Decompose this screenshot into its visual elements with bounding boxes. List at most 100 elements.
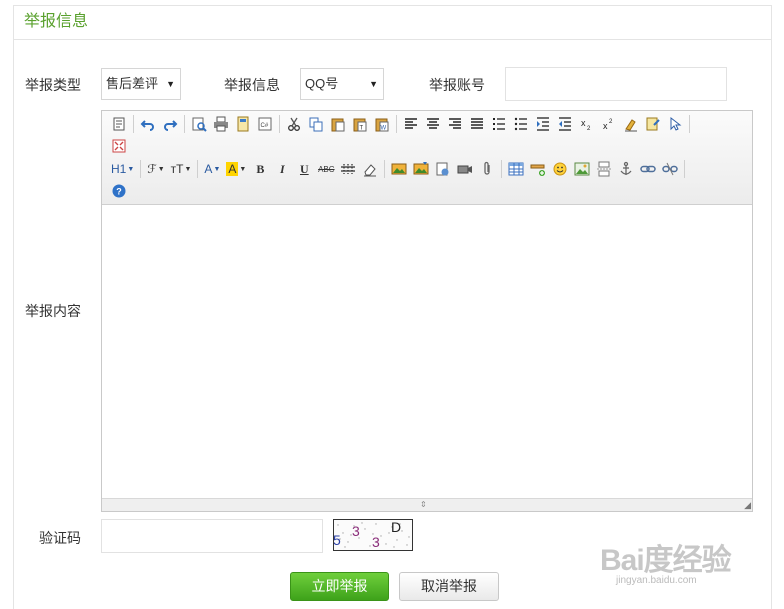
- insert-video-icon[interactable]: [454, 159, 476, 179]
- panel-title: 举报信息: [14, 6, 771, 40]
- eraser-icon[interactable]: [359, 159, 381, 179]
- report-account-input[interactable]: [505, 67, 727, 101]
- captcha-char: D: [391, 519, 402, 535]
- indent-icon[interactable]: [532, 114, 554, 134]
- unlink-icon[interactable]: [659, 159, 681, 179]
- report-content-label: 举报内容: [25, 303, 81, 319]
- attachment-icon[interactable]: [476, 159, 498, 179]
- font-color-button[interactable]: A ▼: [201, 159, 223, 179]
- toolbar-row-1b: [108, 135, 130, 157]
- cursor-icon[interactable]: [664, 114, 686, 134]
- fullscreen-icon[interactable]: [108, 136, 130, 156]
- report-type-label: 举报类型: [25, 77, 81, 93]
- heading-select[interactable]: H1 ▼: [108, 159, 137, 179]
- insert-image-icon[interactable]: [388, 159, 410, 179]
- subscript-icon[interactable]: x2: [576, 114, 598, 134]
- chevron-down-icon: ▼: [184, 165, 192, 173]
- cut-icon[interactable]: [283, 114, 305, 134]
- captcha-char: 3: [352, 523, 360, 539]
- resize-grip-icon: ⇕: [420, 500, 427, 509]
- rich-text-editor: C# T W x2 x2 H1 ▼ ℱ ▼ тT ▼ A ▼ A ▼ B I U…: [101, 110, 753, 512]
- watermark-url: jingyan.baidu.com: [616, 575, 697, 586]
- chevron-down-icon: ▼: [213, 165, 221, 173]
- cancel-report-button[interactable]: 取消举报: [399, 572, 499, 601]
- anchor-icon[interactable]: [615, 159, 637, 179]
- undo-icon[interactable]: [137, 114, 159, 134]
- insert-picture-icon[interactable]: [571, 159, 593, 179]
- toolbar-separator: [384, 160, 386, 178]
- select-all-icon[interactable]: [642, 114, 664, 134]
- baidu-jingyan-watermark: Bai度经验 jingyan.baidu.com: [600, 535, 760, 595]
- chevron-down-icon: ▼: [166, 79, 175, 89]
- toolbar-row-2b: ?: [108, 180, 130, 202]
- chevron-down-icon: ▼: [127, 165, 135, 173]
- align-right-icon[interactable]: [444, 114, 466, 134]
- insert-table-icon[interactable]: [505, 159, 527, 179]
- report-info-label: 举报信息: [224, 77, 280, 93]
- submit-report-button[interactable]: 立即举报: [290, 572, 389, 601]
- toolbar-separator: [197, 160, 199, 178]
- chevron-down-icon: ▼: [157, 165, 165, 173]
- paste-word-icon[interactable]: W: [371, 114, 393, 134]
- code-icon[interactable]: C#: [254, 114, 276, 134]
- redo-icon[interactable]: [159, 114, 181, 134]
- svg-text:x: x: [603, 121, 608, 131]
- editor-toolbar: C# T W x2 x2 H1 ▼ ℱ ▼ тT ▼ A ▼ A ▼ B I U…: [102, 111, 752, 205]
- unordered-list-icon[interactable]: [510, 114, 532, 134]
- background-color-label: A: [226, 162, 239, 176]
- align-left-icon[interactable]: [400, 114, 422, 134]
- chevron-down-icon: ▼: [239, 165, 247, 173]
- toolbar-row-1: C# T W x2 x2: [108, 113, 693, 135]
- report-info-select[interactable]: QQ号 ▼: [300, 68, 384, 100]
- toolbar-separator: [133, 115, 134, 133]
- background-color-button[interactable]: A ▼: [223, 159, 249, 179]
- font-size-select[interactable]: тT ▼: [168, 159, 195, 179]
- preview-icon[interactable]: [188, 114, 210, 134]
- svg-text:?: ?: [116, 187, 122, 197]
- superscript-icon[interactable]: x2: [598, 114, 620, 134]
- ordered-list-icon[interactable]: [488, 114, 510, 134]
- italic-button[interactable]: I: [271, 159, 293, 179]
- insert-row-icon[interactable]: [527, 159, 549, 179]
- template-icon[interactable]: [232, 114, 254, 134]
- paste-text-icon[interactable]: T: [349, 114, 371, 134]
- toolbar-separator: [684, 160, 686, 178]
- report-type-select[interactable]: 售后差评 ▼: [101, 68, 181, 100]
- font-color-label: A: [204, 162, 213, 176]
- report-account-label: 举报账号: [429, 77, 485, 93]
- link-icon[interactable]: [637, 159, 659, 179]
- paste-icon[interactable]: [327, 114, 349, 134]
- underline-button[interactable]: U: [293, 159, 315, 179]
- captcha-input[interactable]: [101, 519, 323, 553]
- svg-text:T: T: [360, 126, 364, 132]
- captcha-label: 验证码: [39, 530, 81, 546]
- align-center-icon[interactable]: [422, 114, 444, 134]
- report-info-value: QQ号: [305, 76, 339, 91]
- help-icon[interactable]: ?: [108, 181, 130, 201]
- svg-text:2: 2: [609, 119, 613, 125]
- svg-text:2: 2: [587, 126, 591, 132]
- horizontal-rule-icon[interactable]: [337, 159, 359, 179]
- toolbar-separator: [184, 115, 185, 133]
- font-family-select[interactable]: ℱ ▼: [144, 159, 167, 179]
- chevron-down-icon: ▼: [369, 79, 378, 89]
- copy-icon[interactable]: [305, 114, 327, 134]
- resize-corner-icon: ◢: [744, 500, 751, 510]
- source-code-icon[interactable]: [108, 114, 130, 134]
- print-icon[interactable]: [210, 114, 232, 134]
- toolbar-separator: [501, 160, 503, 178]
- insert-flash-icon[interactable]: [432, 159, 454, 179]
- captcha-image[interactable]: 5 3 3 D: [333, 519, 413, 551]
- insert-multi-image-icon[interactable]: [410, 159, 432, 179]
- report-type-value: 售后差评: [106, 76, 159, 91]
- page-break-icon[interactable]: [593, 159, 615, 179]
- emoticon-icon[interactable]: [549, 159, 571, 179]
- align-justify-icon[interactable]: [466, 114, 488, 134]
- editor-resize-bar[interactable]: ⇕ ◢: [102, 498, 752, 511]
- editor-content-area[interactable]: [102, 206, 752, 498]
- strikethrough-button[interactable]: ABC: [315, 159, 337, 179]
- clear-format-icon[interactable]: [620, 114, 642, 134]
- bold-button[interactable]: B: [249, 159, 271, 179]
- outdent-icon[interactable]: [554, 114, 576, 134]
- svg-text:W: W: [381, 126, 387, 132]
